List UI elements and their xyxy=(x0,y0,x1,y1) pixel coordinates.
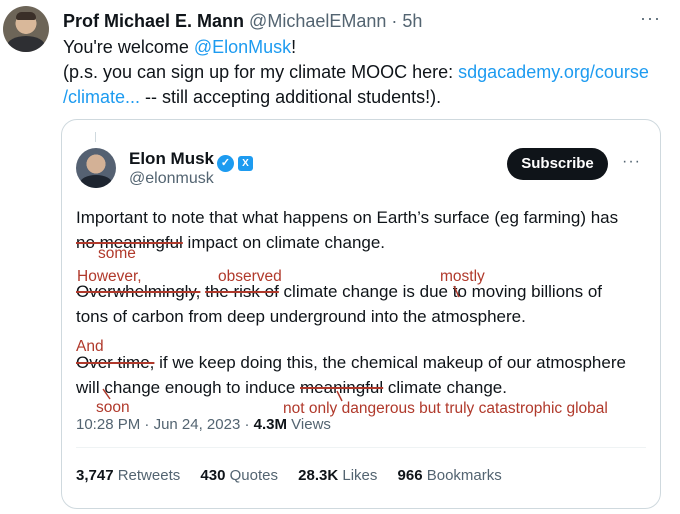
quoted-text-line-6: will change enough to induce meaningful … xyxy=(76,377,507,399)
engagement-stats: 3,747 Retweets 430 Quotes 28.3K Likes 96… xyxy=(76,466,518,486)
bookmarks-label: Bookmarks xyxy=(422,467,502,484)
quoted-text-line-1: Important to note that what happens on E… xyxy=(76,208,619,227)
tweet-text: You're welcome @ElonMusk! (p.s. you can … xyxy=(63,35,663,110)
annotation-replacement: not only dangerous but truly catastrophi… xyxy=(283,400,608,417)
likes-count: 28.3K xyxy=(298,467,339,484)
avatar-shirt xyxy=(7,36,45,52)
retweets-stat[interactable]: 3,747 Retweets xyxy=(76,467,180,484)
quoted-text-line-5: Over time, if we keep doing this, the ch… xyxy=(76,352,626,374)
quotes-label: Quotes xyxy=(225,467,278,484)
annotation-however: However, xyxy=(77,268,142,285)
likes-stat[interactable]: 28.3K Likes xyxy=(298,467,377,484)
quoted-text-line-3: Overwhelmingly, the risk of climate chan… xyxy=(76,281,602,303)
tweet-text-segment: (p.s. you can sign up for my climate MOO… xyxy=(63,62,459,82)
meta-separator: · xyxy=(240,416,254,433)
tweet-date[interactable]: Jun 24, 2023 xyxy=(154,416,241,433)
author-avatar[interactable] xyxy=(3,6,49,52)
retweets-label: Retweets xyxy=(113,467,181,484)
quoted-author-avatar[interactable] xyxy=(76,148,116,188)
bookmarks-count: 966 xyxy=(397,467,423,484)
card-tick-mark xyxy=(95,132,96,142)
quoted-text-line-4: tons of carbon from deep underground int… xyxy=(76,307,526,326)
retweets-count: 3,747 xyxy=(76,467,114,484)
likes-label: Likes xyxy=(338,467,378,484)
affiliate-badge-icon: X xyxy=(238,156,254,171)
quoted-more-options-icon[interactable]: ··· xyxy=(622,153,641,171)
tweet-text-segment: -- still accepting additional students!)… xyxy=(140,87,442,107)
author-name[interactable]: Prof Michael E. Mann xyxy=(63,11,244,31)
author-handle[interactable]: @MichaelEMann xyxy=(249,11,386,31)
tweet-line-3: /climate... -- still accepting additiona… xyxy=(63,85,663,110)
annotation-observed: observed xyxy=(218,268,282,285)
avatar-hair xyxy=(16,12,36,20)
tweet-text-segment: You're welcome xyxy=(63,37,194,57)
quoted-text-segment: impact on climate change. xyxy=(182,233,386,252)
annotation-some: some xyxy=(98,245,136,262)
annotation-and: And xyxy=(76,338,104,355)
quoted-text-segment: climate change. xyxy=(383,378,507,397)
subscribe-button[interactable]: Subscribe xyxy=(507,148,608,180)
quotes-count: 430 xyxy=(200,467,226,484)
annotation-mostly: mostly xyxy=(440,268,485,285)
tweet-meta: 10:28 PM · Jun 24, 2023 · 4.3M Views xyxy=(76,415,331,435)
mention-link[interactable]: @ElonMusk xyxy=(194,37,291,57)
quoted-author-handle[interactable]: @elonmusk xyxy=(129,169,214,189)
tweet-timestamp[interactable]: 10:28 PM xyxy=(76,416,140,433)
quotes-stat[interactable]: 430 Quotes xyxy=(200,467,278,484)
header-separator: · xyxy=(386,11,403,31)
more-options-icon[interactable]: ··· xyxy=(640,8,661,29)
views-label: Views xyxy=(287,416,331,433)
stats-divider xyxy=(76,447,646,448)
quoted-text-segment: climate change is due xyxy=(278,282,448,301)
course-link[interactable]: sdgacademy.org/course xyxy=(458,62,649,82)
verified-badge-icon: ✓ xyxy=(217,155,235,172)
quoted-text-segment: if we keep doing this, the chemical make… xyxy=(154,353,626,372)
course-link-continued[interactable]: /climate... xyxy=(63,87,140,107)
avatar-suit xyxy=(80,175,112,188)
bookmarks-stat[interactable]: 966 Bookmarks xyxy=(398,467,502,484)
quoted-text-segment: will change enough to induce xyxy=(76,378,300,397)
tweet-line-2: (p.s. you can sign up for my climate MOO… xyxy=(63,60,663,85)
tweet-text-segment: ! xyxy=(291,37,297,57)
tweet-header: Prof Michael E. Mann @MichaelEMann · 5h xyxy=(63,10,422,32)
meta-separator: · xyxy=(140,416,154,433)
struck-text: meaningful xyxy=(300,378,384,397)
views-count: 4.3M xyxy=(253,416,288,433)
tweet-line-1: You're welcome @ElonMusk! xyxy=(63,35,663,60)
quoted-author-name[interactable]: Elon Musk xyxy=(129,149,214,168)
tweet-time[interactable]: 5h xyxy=(402,11,422,31)
